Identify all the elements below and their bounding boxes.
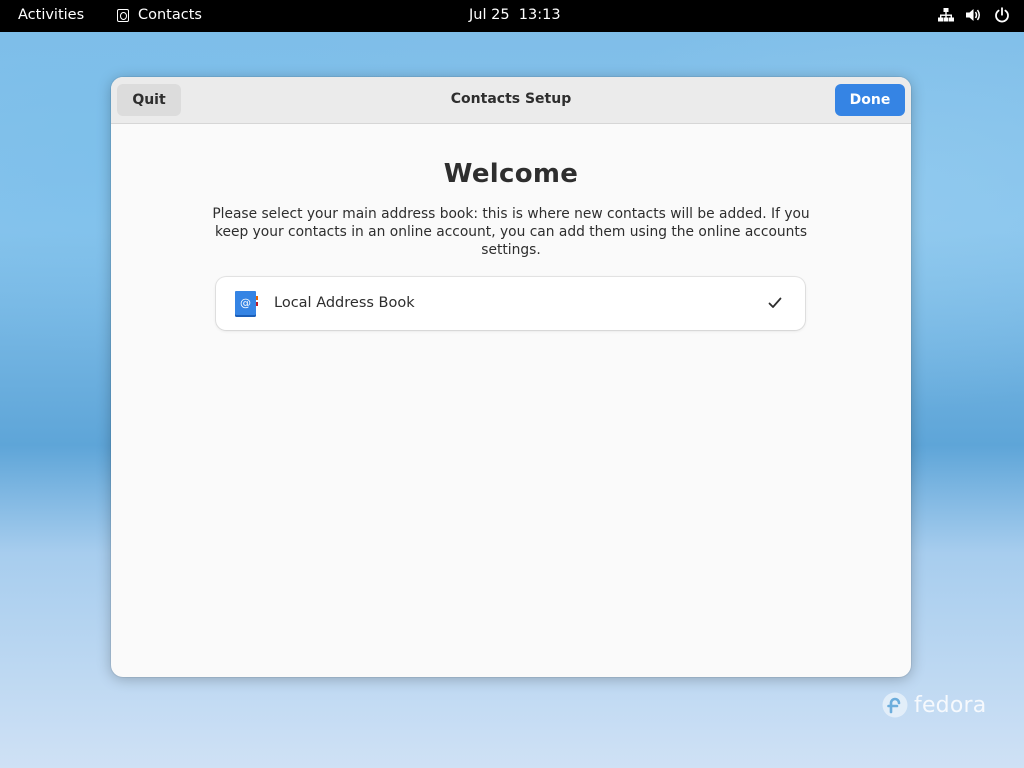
svg-text:@: @ (240, 297, 251, 310)
header-bar: Quit Contacts Setup Done (111, 77, 911, 124)
done-button[interactable]: Done (835, 84, 905, 116)
system-status-menu[interactable] (938, 7, 1010, 23)
address-book-list: @ Local Address Book (216, 277, 805, 330)
address-book-row-local[interactable]: @ Local Address Book (216, 277, 805, 330)
welcome-heading: Welcome (443, 159, 579, 189)
network-wired-icon (938, 7, 954, 23)
app-menu-label: Contacts (138, 7, 202, 23)
address-book-icon: @ (234, 290, 258, 318)
address-book-label: Local Address Book (274, 295, 415, 311)
checkmark-icon (767, 295, 783, 311)
app-menu[interactable]: Contacts (117, 7, 202, 23)
contacts-setup-window: Quit Contacts Setup Done Welcome Please … (111, 77, 911, 677)
fedora-icon (882, 692, 908, 718)
clock[interactable]: Jul 25 13:13 (469, 7, 561, 23)
fedora-wordmark: fedora (914, 692, 987, 718)
top-bar: Activities Contacts Jul 25 13:13 (0, 0, 1024, 32)
fedora-logo: fedora (882, 692, 986, 718)
volume-icon (965, 7, 983, 23)
contacts-app-icon (117, 9, 129, 22)
window-title: Contacts Setup (450, 91, 572, 107)
activities-button[interactable]: Activities (18, 7, 84, 23)
power-icon (994, 7, 1010, 23)
welcome-description: Please select your main address book: th… (212, 206, 810, 258)
